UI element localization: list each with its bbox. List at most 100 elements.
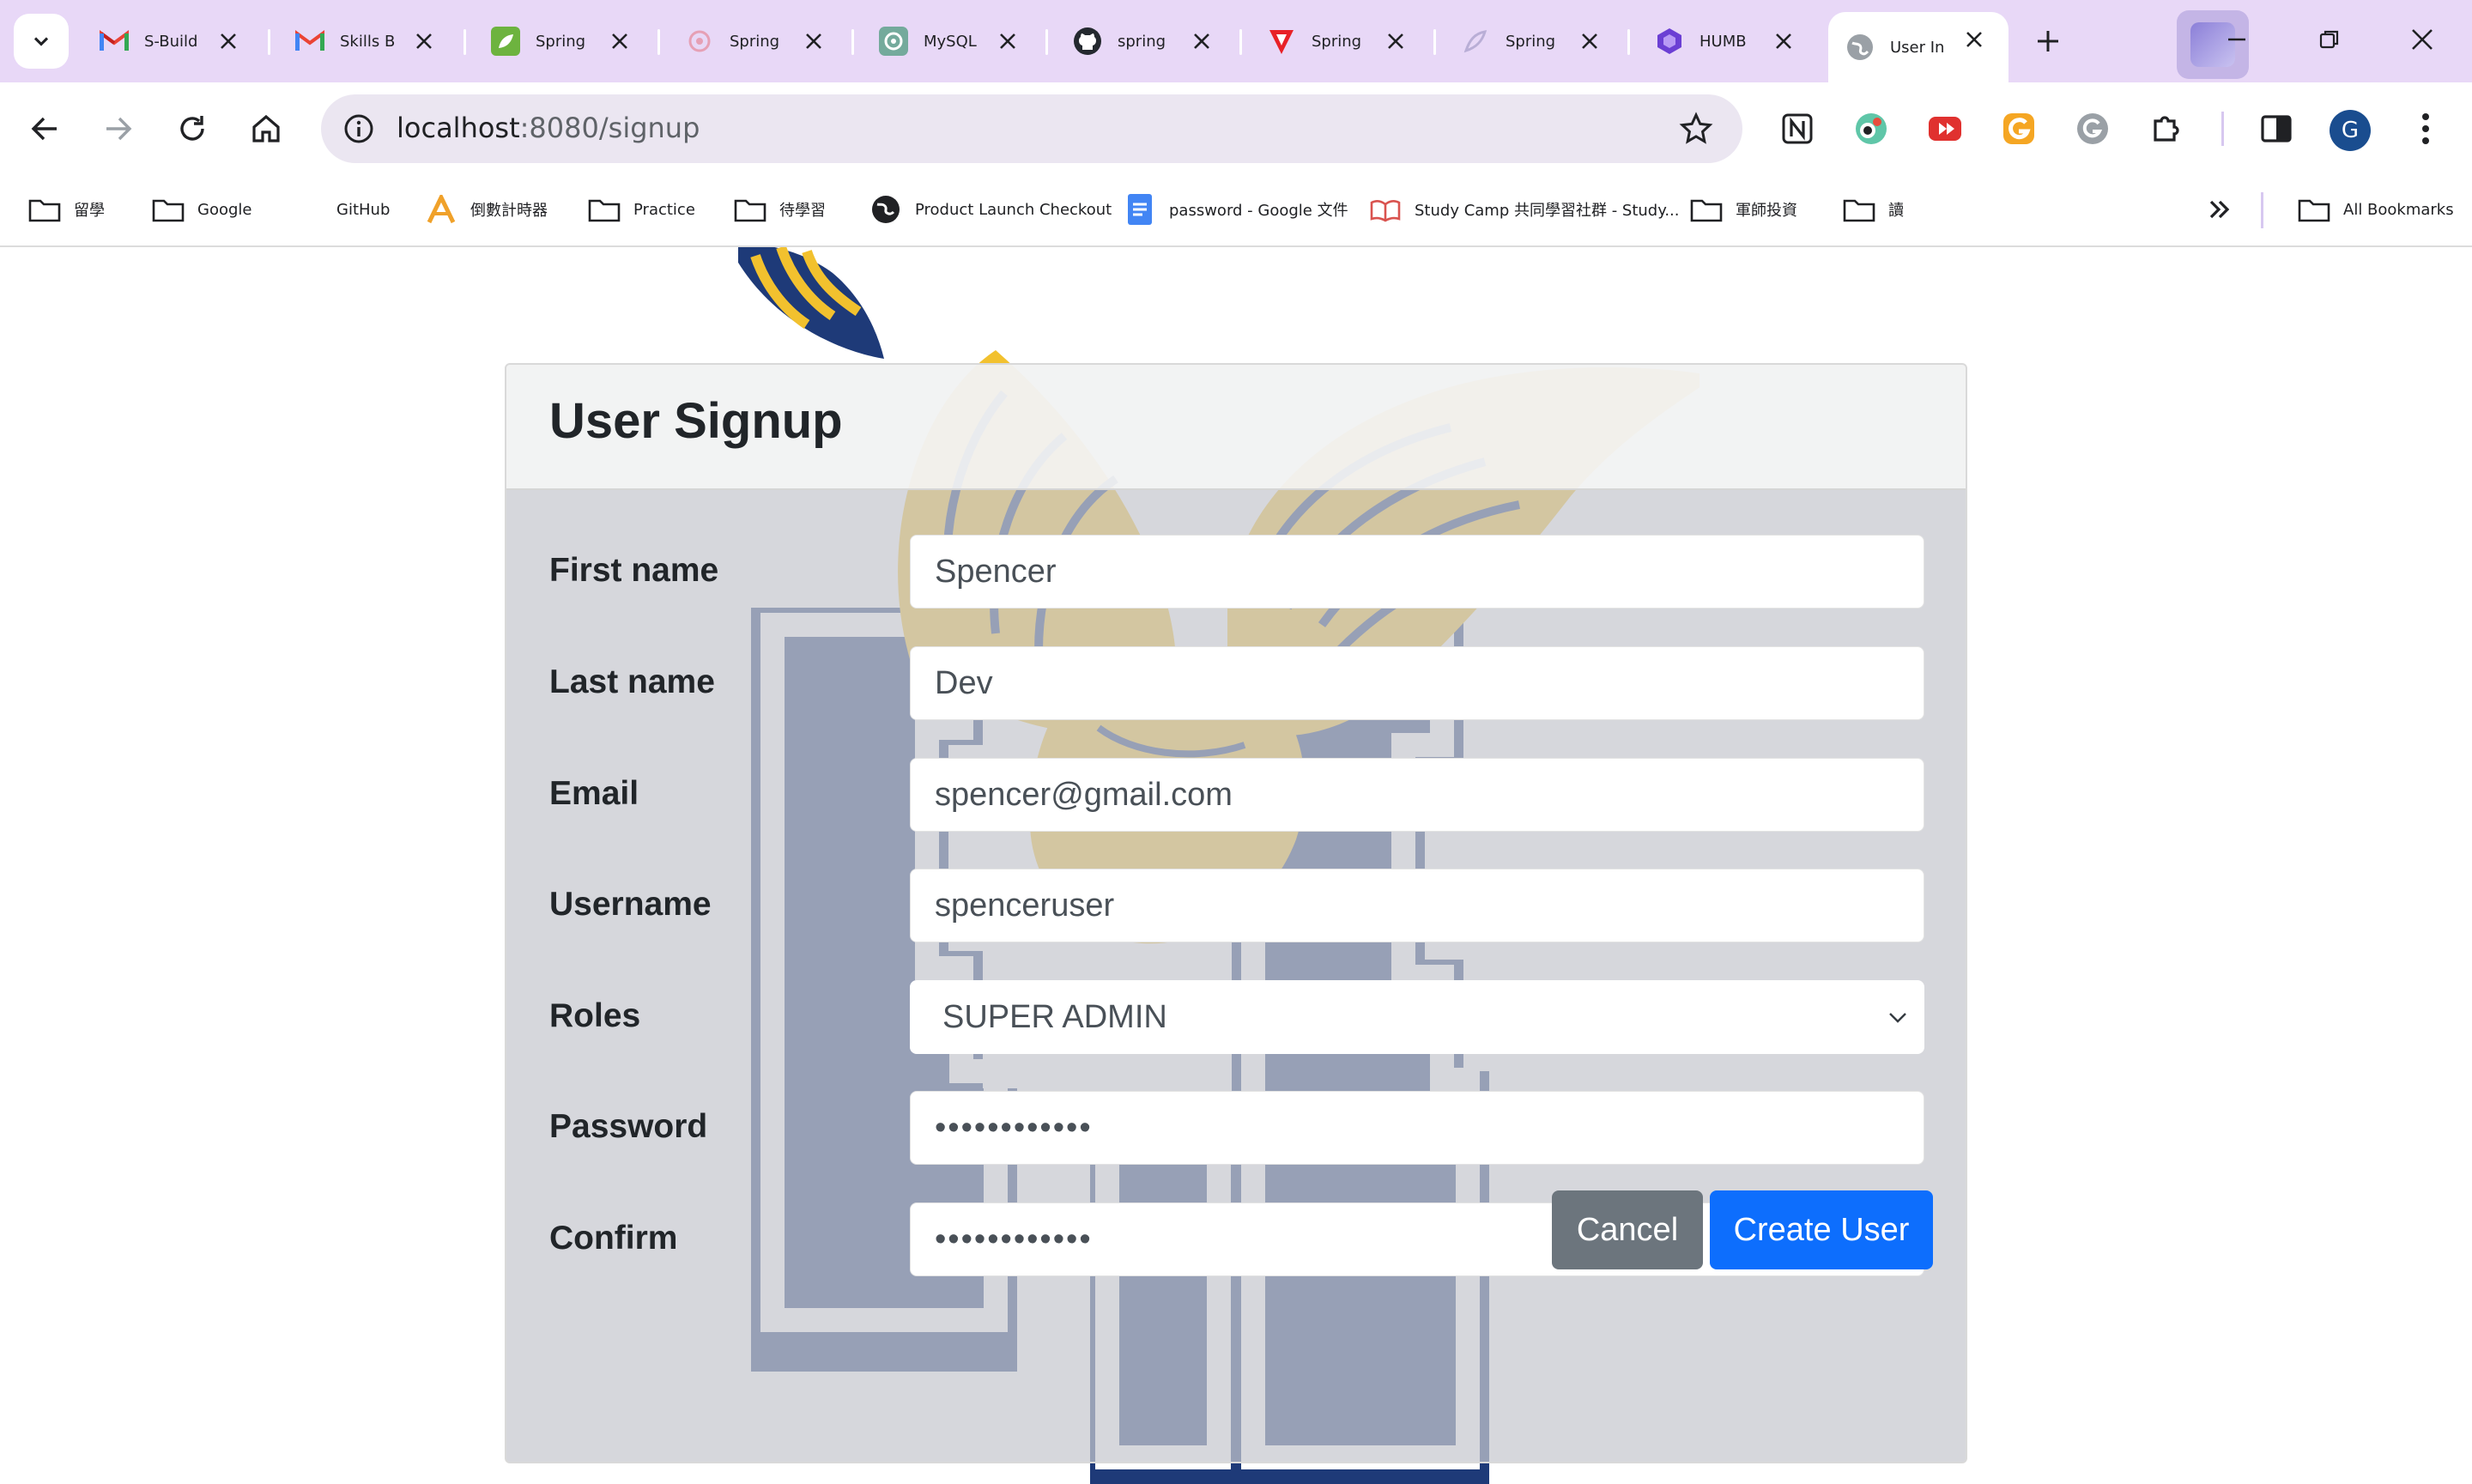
roles-select[interactable]: SUPER ADMIN: [910, 980, 1924, 1054]
cancel-button[interactable]: Cancel: [1552, 1190, 1703, 1269]
first-name-input[interactable]: [910, 535, 1924, 609]
grammarly-go-icon[interactable]: [1996, 106, 2041, 151]
bookmark-folder[interactable]: 讀: [1842, 192, 1904, 227]
bookmark-link[interactable]: 倒數計時器: [424, 192, 548, 227]
bookmark-link[interactable]: Product Launch Checkout: [869, 192, 1112, 227]
tab-search-button[interactable]: [14, 14, 69, 69]
restore-button[interactable]: [2311, 21, 2348, 58]
close-icon: [2412, 29, 2433, 50]
side-panel-icon[interactable]: [2254, 106, 2299, 151]
tab-title: MySQL: [924, 32, 977, 51]
password-label: Password: [549, 1108, 708, 1145]
close-tab-icon[interactable]: [1382, 27, 1409, 55]
bookmark-label: Product Launch Checkout: [915, 200, 1112, 219]
folder-icon: [151, 192, 185, 227]
create-user-button[interactable]: Create User: [1710, 1190, 1933, 1269]
username-input[interactable]: [910, 869, 1924, 942]
github-icon: [1073, 27, 1102, 56]
more-menu-icon[interactable]: [2403, 106, 2448, 151]
close-tab-icon[interactable]: [1188, 27, 1215, 55]
bookmark-label: 軍師投資: [1736, 202, 1797, 220]
grammarly-icon[interactable]: [2070, 106, 2115, 151]
bookmark-link[interactable]: password - Google 文件: [1123, 192, 1348, 227]
tab-separator: [268, 29, 270, 55]
forward-button[interactable]: [96, 106, 141, 151]
site-info-icon[interactable]: [338, 108, 379, 149]
all-bookmarks-folder[interactable]: All Bookmarks: [2297, 192, 2454, 227]
bookmark-label: Practice: [633, 200, 695, 219]
new-tab-button[interactable]: [2029, 22, 2067, 60]
bookmark-label: 倒數計時器: [470, 202, 548, 220]
folder-icon: [1842, 192, 1876, 227]
book-icon: [1368, 192, 1403, 227]
tab-humbl[interactable]: HUMB: [1638, 14, 1818, 69]
eye-dropper-extension-icon[interactable]: [1849, 106, 1893, 151]
tesla-icon: [1267, 27, 1296, 56]
close-tab-icon[interactable]: [994, 27, 1021, 55]
close-tab-icon[interactable]: [1576, 27, 1603, 55]
web-icon: [869, 192, 903, 227]
tab-user-info[interactable]: User In: [1828, 12, 2008, 82]
tab-mysql[interactable]: MySQL: [862, 14, 1042, 69]
minimize-button[interactable]: [2218, 21, 2256, 58]
bookmark-star-icon[interactable]: [1677, 110, 1715, 148]
last-name-input[interactable]: [910, 646, 1924, 720]
more-bookmarks-button[interactable]: [2202, 192, 2249, 227]
bookmark-folder[interactable]: 待學習: [733, 192, 826, 227]
folder-icon: [733, 192, 767, 227]
close-tab-icon[interactable]: [1770, 27, 1797, 55]
tab-title: Skills B: [340, 32, 396, 51]
tab-spring-2[interactable]: Spring: [668, 14, 848, 69]
reload-button[interactable]: [170, 106, 215, 151]
bookmarks-bar: 留學 Google GitHub 倒數計時器 Practice 待學習 Prod…: [0, 177, 2472, 247]
last-name-row: Last name: [506, 646, 1966, 724]
video-extension-icon[interactable]: [1923, 106, 1967, 151]
tab-spring-1[interactable]: Spring: [474, 14, 654, 69]
tab-strip: S-Build Skills B Spring Spring MySQL spr…: [0, 0, 2472, 82]
notion-icon[interactable]: [1775, 106, 1820, 151]
tab-title: HUMB: [1700, 32, 1747, 51]
back-button[interactable]: [22, 106, 67, 151]
last-name-label: Last name: [549, 663, 715, 700]
bookmark-label: Google: [197, 200, 252, 219]
close-tab-icon[interactable]: [606, 27, 633, 55]
bookmark-label: 留學: [74, 202, 105, 220]
bookmark-folder[interactable]: 軍師投資: [1689, 192, 1797, 227]
email-input[interactable]: [910, 758, 1924, 832]
tab-title: Spring: [730, 32, 780, 51]
folder-icon: [2297, 192, 2331, 227]
bookmark-folder[interactable]: 留學: [27, 192, 105, 227]
close-tab-icon[interactable]: [800, 27, 827, 55]
extensions-puzzle-icon[interactable]: [2144, 106, 2189, 151]
tab-title: S-Build: [144, 32, 198, 51]
close-window-button[interactable]: [2403, 21, 2441, 58]
gmail-icon: [295, 27, 324, 56]
close-tab-icon[interactable]: [215, 27, 242, 55]
folder-icon: [1689, 192, 1724, 227]
bookmark-link[interactable]: GitHub: [336, 192, 390, 227]
tab-spring-3[interactable]: Spring: [1250, 14, 1430, 69]
tab-skills[interactable]: Skills B: [278, 14, 458, 69]
tab-separator: [1433, 29, 1436, 55]
double-chevron-right-icon: [2202, 192, 2237, 227]
close-tab-icon[interactable]: [410, 27, 438, 55]
bookmark-link[interactable]: Study Camp 共同學習社群 - Study...: [1368, 192, 1679, 227]
home-button[interactable]: [244, 106, 288, 151]
close-tab-icon[interactable]: [1960, 26, 1988, 53]
username-label: Username: [549, 886, 712, 923]
bookmark-folder[interactable]: Google: [151, 192, 251, 227]
bookmark-folder[interactable]: Practice: [587, 192, 695, 227]
roles-label: Roles: [549, 997, 641, 1034]
roles-selected-value: SUPER ADMIN: [942, 998, 1167, 1035]
tab-spring-4[interactable]: Spring: [1444, 14, 1624, 69]
profile-avatar[interactable]: G: [2330, 110, 2371, 151]
password-input[interactable]: [910, 1091, 1924, 1165]
spring-icon: [491, 27, 520, 56]
tab-title: Spring: [1312, 32, 1362, 51]
tab-s-build[interactable]: S-Build: [82, 14, 263, 69]
folder-icon: [587, 192, 621, 227]
bookmark-label: 待學習: [779, 202, 826, 220]
address-bar[interactable]: localhost:8080/signup: [321, 94, 1742, 163]
toolbar-separator: [2221, 112, 2224, 146]
tab-github-spring[interactable]: spring: [1056, 14, 1236, 69]
